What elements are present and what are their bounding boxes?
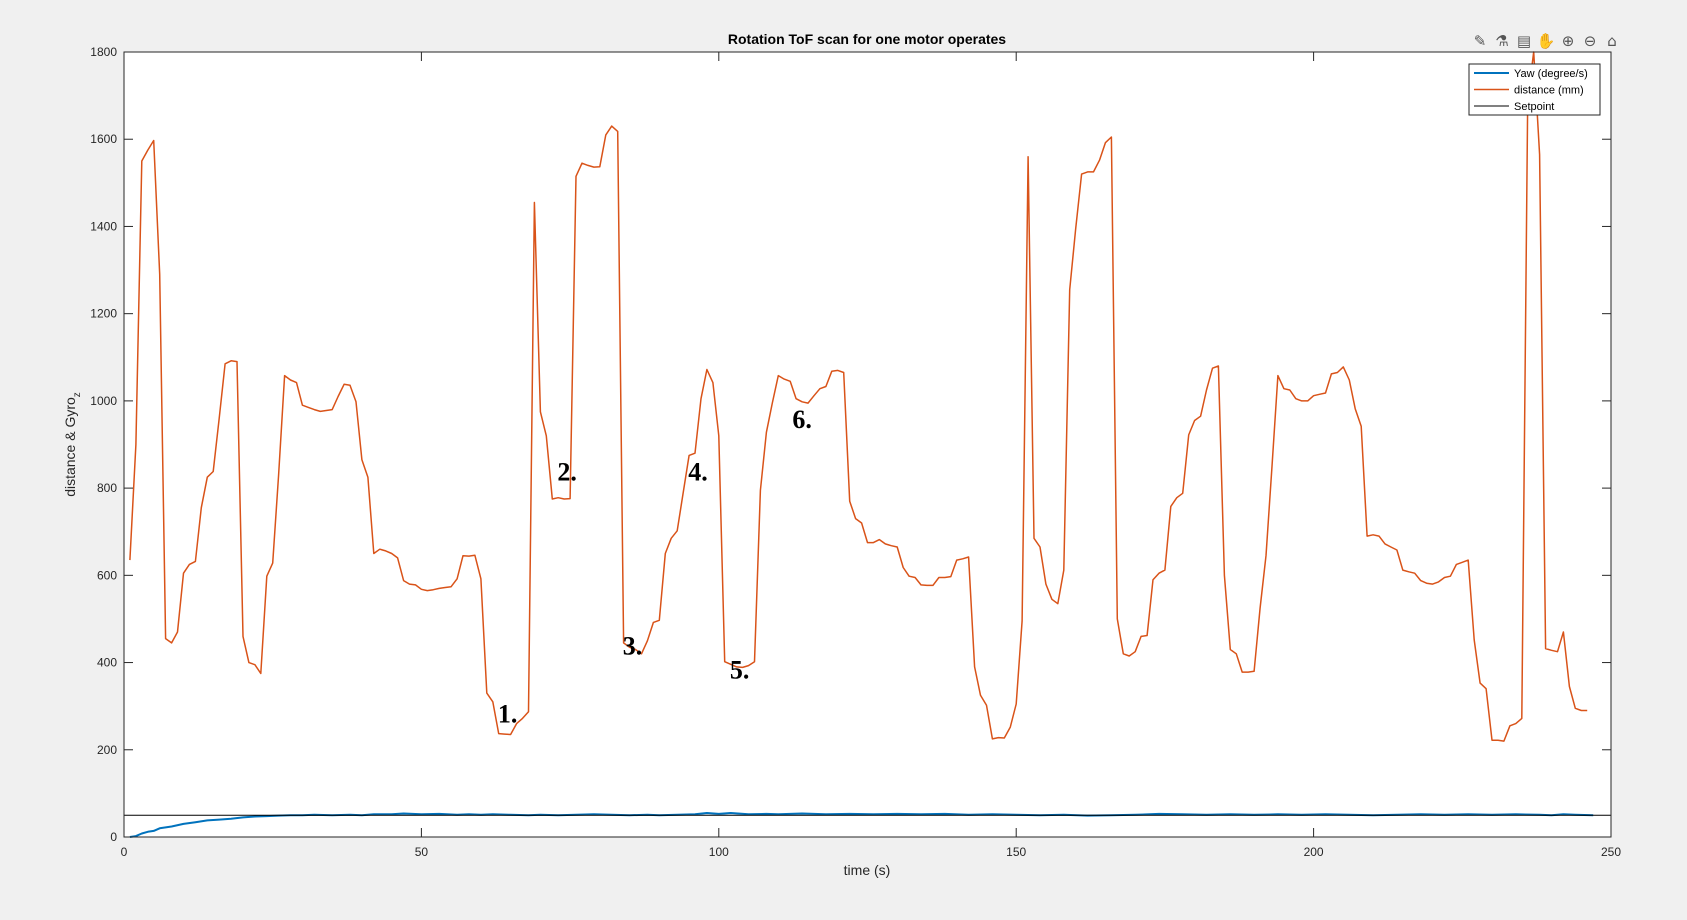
x-axis-label: time (s) bbox=[844, 862, 891, 878]
annotation-label-3: 3. bbox=[623, 632, 643, 661]
y-tick-label: 1400 bbox=[90, 219, 117, 233]
y-tick-label: 1600 bbox=[90, 132, 117, 146]
legend-label-distance: distance (mm) bbox=[1514, 85, 1584, 97]
data-cursor-icon[interactable]: ⚗ bbox=[1492, 31, 1512, 51]
brush-icon[interactable]: ▤ bbox=[1514, 31, 1534, 51]
chart-title: Rotation ToF scan for one motor operates bbox=[728, 31, 1006, 47]
edit-plot-icon[interactable]: ✎ bbox=[1470, 31, 1490, 51]
x-tick-label: 0 bbox=[121, 845, 128, 859]
pan-icon[interactable]: ✋ bbox=[1536, 31, 1556, 51]
x-tick-label: 150 bbox=[1006, 845, 1026, 859]
y-tick-label: 800 bbox=[97, 481, 117, 495]
home-icon[interactable]: ⌂ bbox=[1602, 31, 1622, 51]
annotation-label-5: 5. bbox=[730, 655, 750, 684]
y-tick-label: 1200 bbox=[90, 307, 117, 321]
zoom-out-icon[interactable]: ⊖ bbox=[1580, 31, 1600, 51]
y-axis-label-subscript: z bbox=[72, 392, 83, 397]
x-tick-label: 50 bbox=[415, 845, 429, 859]
zoom-in-icon[interactable]: ⊕ bbox=[1558, 31, 1578, 51]
plot-area bbox=[124, 52, 1611, 837]
x-tick-label: 200 bbox=[1304, 845, 1324, 859]
y-tick-label: 200 bbox=[97, 743, 117, 757]
y-tick-label: 600 bbox=[97, 568, 117, 582]
y-tick-label: 400 bbox=[97, 656, 117, 670]
annotation-label-6: 6. bbox=[792, 405, 812, 434]
annotation-label-2: 2. bbox=[557, 457, 577, 486]
legend[interactable]: Yaw (degree/s) distance (mm) Setpoint bbox=[1468, 63, 1601, 116]
figure-window: ✎ ⚗ ▤ ✋ ⊕ ⊖ ⌂ 1. 2. 3. 4. 5. 6. 0 50 100 150 200 2… bbox=[0, 0, 1687, 915]
x-tick-label: 100 bbox=[709, 845, 729, 859]
legend-label-yaw: Yaw (degree/s) bbox=[1514, 68, 1588, 80]
annotation-label-4: 4. bbox=[688, 457, 708, 486]
x-tick-label: 250 bbox=[1601, 845, 1621, 859]
y-axis-label: distance & Gyroz bbox=[62, 392, 83, 497]
line-chart: 1. 2. 3. 4. 5. 6. 0 50 100 150 200 250 0 200 400 600 8… bbox=[62, 31, 1621, 878]
y-tick-label: 0 bbox=[110, 830, 117, 844]
axes-toolbar: ✎ ⚗ ▤ ✋ ⊕ ⊖ ⌂ bbox=[1470, 30, 1622, 52]
y-tick-label: 1000 bbox=[90, 394, 117, 408]
annotation-label-1: 1. bbox=[498, 700, 518, 729]
legend-label-setpoint: Setpoint bbox=[1514, 101, 1554, 113]
y-tick-label: 1800 bbox=[90, 45, 117, 59]
y-axis-label-main: distance & Gyro bbox=[62, 397, 78, 497]
